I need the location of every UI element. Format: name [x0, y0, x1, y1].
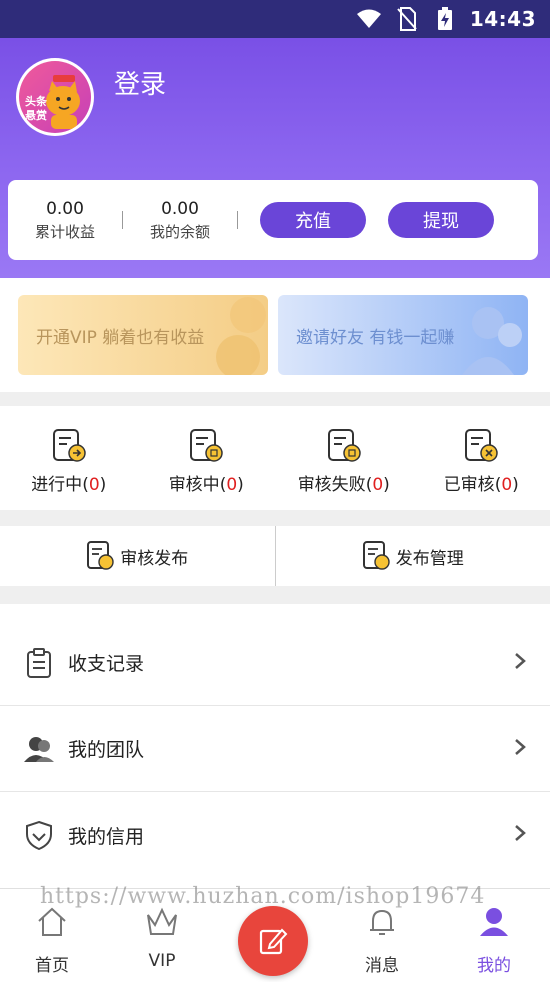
recharge-button[interactable]: 充值	[260, 202, 366, 238]
nav-label: 消息	[365, 956, 399, 976]
nav-label: 首页	[35, 956, 69, 976]
total-income-label: 累计收益	[34, 222, 95, 241]
review-failed-icon	[327, 429, 361, 462]
audit-row: 审核发布 发布管理	[0, 526, 550, 586]
login-link[interactable]: 登录	[114, 64, 166, 101]
edit-icon	[259, 928, 288, 955]
balance-label: 我的余额	[149, 222, 210, 241]
task-status-section: 进行中(0) 审核中(0) 审核失败(0) 已审核(0)	[0, 406, 550, 510]
balance-value: 0.00	[161, 198, 199, 219]
in-progress-icon	[52, 429, 86, 462]
team-icon	[24, 734, 54, 764]
menu-label: 我的信用	[68, 825, 145, 848]
menu-item-transactions[interactable]: 收支记录	[0, 620, 550, 706]
app-logo: 头条 悬赏	[19, 61, 91, 133]
balance-card: 0.00 累计收益 0.00 我的余额 充值 提现	[8, 180, 538, 260]
publish-fab-button[interactable]	[238, 906, 308, 976]
status-label: 审核失败(0)	[297, 475, 390, 495]
chevron-right-icon	[514, 738, 526, 760]
nav-label: 我的	[477, 956, 511, 976]
profile-header: 头条 悬赏 登录 0.00 累计收益 0.00 我的余额 充值 提现	[0, 38, 550, 278]
invite-promo-text: 邀请好友 有钱一起赚	[296, 327, 455, 348]
shield-icon	[24, 820, 54, 850]
publish-review-icon	[87, 541, 114, 570]
wifi-icon	[356, 7, 382, 31]
status-bar: 14:43	[0, 0, 550, 38]
bell-icon	[370, 909, 394, 935]
nav-home[interactable]: 首页	[12, 907, 92, 976]
people-decoration-icon	[462, 307, 522, 375]
avatar[interactable]: 头条 悬赏	[16, 58, 94, 136]
invite-promo-card[interactable]: 邀请好友 有钱一起赚	[278, 295, 528, 375]
menu-item-team[interactable]: 我的团队	[0, 706, 550, 792]
clock-time: 14:43	[469, 7, 536, 31]
status-label: 进行中(0)	[31, 475, 107, 495]
vip-promo-text: 开通VIP 躺着也有收益	[36, 327, 205, 348]
publish-review-button[interactable]: 审核发布	[0, 526, 275, 586]
publish-manage-label: 发布管理	[395, 548, 464, 569]
publish-manage-button[interactable]: 发布管理	[276, 526, 550, 586]
nav-messages[interactable]: 消息	[342, 907, 422, 976]
menu-list: 收支记录 我的团队 我的信用	[0, 604, 550, 904]
nav-mine[interactable]: 我的	[454, 907, 534, 976]
total-income: 0.00 累计收益	[8, 199, 122, 242]
menu-item-credit[interactable]: 我的信用	[0, 792, 550, 878]
menu-label: 收支记录	[68, 653, 145, 675]
chevron-right-icon	[514, 652, 526, 674]
vip-promo-card[interactable]: 开通VIP 躺着也有收益	[18, 295, 268, 375]
watermark-text: https://www.huzhan.com/ishop19674	[40, 884, 486, 909]
nav-label: VIP	[148, 951, 176, 971]
total-income-value: 0.00	[46, 198, 84, 219]
crown-icon	[147, 907, 177, 935]
user-icon	[480, 908, 508, 936]
publish-review-label: 审核发布	[120, 548, 189, 569]
chevron-right-icon	[514, 824, 526, 846]
logo-text-line1: 头条	[25, 95, 47, 108]
status-in-progress[interactable]: 进行中(0)	[0, 406, 138, 510]
status-label: 审核中(0)	[168, 475, 244, 495]
status-reviewing[interactable]: 审核中(0)	[138, 406, 276, 510]
menu-label: 我的团队	[68, 739, 145, 761]
divider	[237, 211, 238, 229]
status-label: 已审核(0)	[443, 475, 519, 495]
reviewing-icon	[190, 429, 223, 462]
withdraw-button[interactable]: 提现	[388, 202, 494, 238]
clipboard-icon	[24, 647, 54, 678]
coin-decoration-icon	[216, 297, 266, 375]
no-sim-icon	[394, 7, 420, 31]
status-review-failed[interactable]: 审核失败(0)	[275, 406, 413, 510]
home-icon	[38, 907, 66, 936]
logo-text-line2: 悬赏	[25, 109, 47, 122]
my-balance: 0.00 我的余额	[123, 199, 237, 242]
battery-charging-icon	[432, 7, 458, 31]
nav-vip[interactable]: VIP	[122, 907, 202, 971]
reviewed-icon	[465, 429, 498, 462]
status-reviewed[interactable]: 已审核(0)	[413, 406, 550, 510]
publish-manage-icon	[362, 541, 390, 570]
promo-section: 开通VIP 躺着也有收益 邀请好友 有钱一起赚	[0, 278, 550, 392]
